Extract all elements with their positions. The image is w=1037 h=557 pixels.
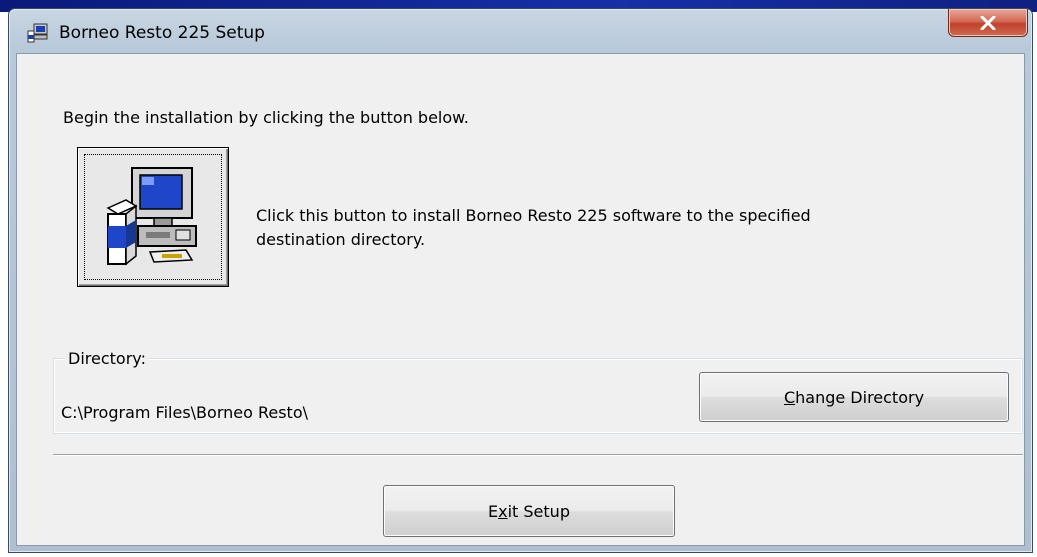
install-button[interactable] <box>77 147 229 287</box>
change-directory-button[interactable]: Change Directory <box>699 372 1009 422</box>
intro-text: Begin the installation by clicking the b… <box>63 108 469 127</box>
directory-path: C:\Program Files\Borneo Resto\ <box>61 403 308 422</box>
exit-setup-label: it Setup <box>507 501 570 521</box>
dialog-client-area: Begin the installation by clicking the b… <box>16 53 1025 546</box>
exit-setup-prefix: E <box>488 501 499 521</box>
setup-app-icon <box>27 23 48 43</box>
exit-setup-accel: x <box>498 501 508 521</box>
install-description: Click this button to install Borneo Rest… <box>256 204 976 252</box>
window-title: Borneo Resto 225 Setup <box>59 23 265 43</box>
setup-window: Borneo Resto 225 Setup Begin the install… <box>8 8 1033 553</box>
directory-label: Directory: <box>65 349 149 368</box>
close-icon <box>980 15 996 30</box>
title-bar[interactable]: Borneo Resto 225 Setup <box>9 9 1032 53</box>
change-directory-accel: C <box>783 387 796 407</box>
close-button[interactable] <box>948 9 1028 37</box>
exit-setup-button[interactable]: Ex it Setup <box>383 485 675 537</box>
install-description-line2: destination directory. <box>256 230 426 249</box>
install-description-line1: Click this button to install Borneo Rest… <box>256 206 811 225</box>
setup-computer-icon <box>106 167 197 266</box>
change-directory-label: hange Directory <box>795 387 925 407</box>
separator <box>53 454 1023 456</box>
